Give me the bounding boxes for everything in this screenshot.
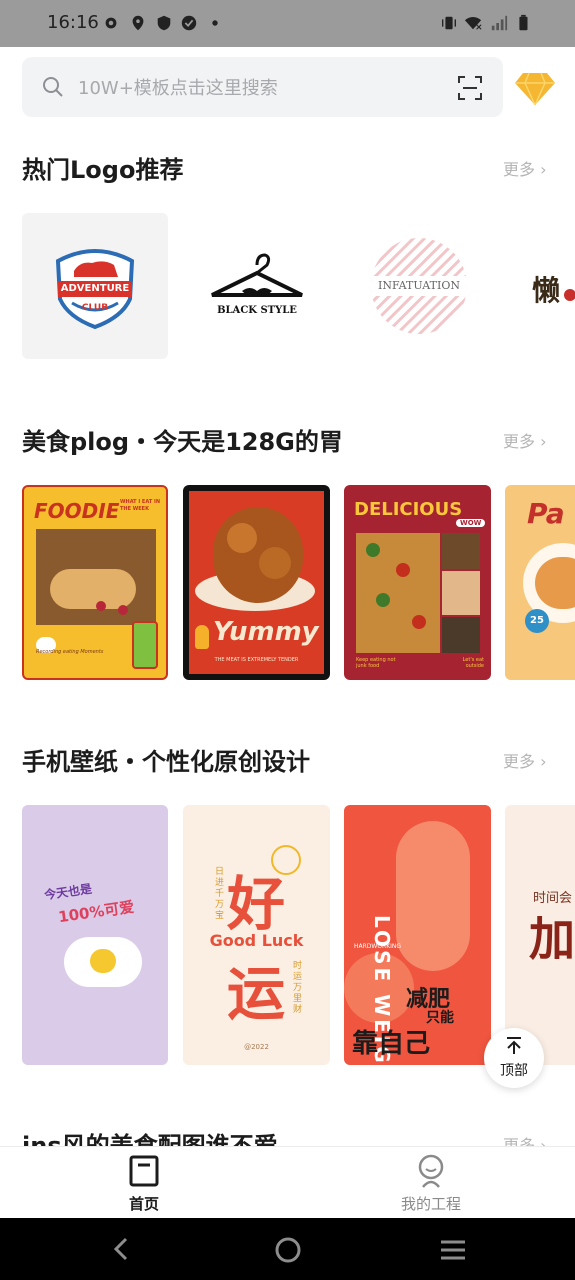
wallpaper-card-cute[interactable]: 今天也是 100%可爱 [22, 805, 168, 1065]
pizza-photo [356, 533, 440, 653]
food-card-delicious[interactable]: DELICIOUS WOW Keep eating not junk food … [344, 485, 491, 680]
wallpaper-partial-big: 加 [529, 912, 575, 966]
wallpaper-card-lose-weight[interactable]: LOSE WEIGHT HARDWORKING 减肥 只能 靠自己 [344, 805, 491, 1065]
home-circle-icon[interactable] [274, 1236, 302, 1264]
logo-text-partial: 懒 [532, 274, 561, 307]
food-title-delicious: DELICIOUS [354, 499, 463, 520]
fried-chicken-photo [213, 507, 303, 603]
wallpaper-small-text: HARDWORKING [354, 943, 402, 950]
back-to-top-label: 顶部 [500, 1063, 528, 1079]
food-card-yummy[interactable]: Yummy THE MEAT IS EXTREMELY TENDER [183, 485, 330, 680]
logo-sub-text: CLUB [81, 303, 109, 313]
wifi-icon [464, 17, 482, 30]
search-placeholder: 10W+模板点击这里搜索 [78, 78, 278, 99]
settings-icon [105, 17, 117, 29]
logo-banner-text: ADVENTURE [60, 283, 130, 294]
home-icon [129, 1155, 159, 1187]
search-icon [43, 77, 63, 97]
wallpaper-year: @2022 [244, 1043, 269, 1051]
wallpaper-text-line1: 今天也是 [43, 881, 93, 903]
food-card-pasta[interactable]: Pa 25 [505, 485, 575, 680]
back-to-top-button[interactable]: 顶部 [484, 1028, 544, 1088]
pancake-photo [36, 529, 156, 625]
notification-dot-icon [212, 20, 218, 26]
more-link-food[interactable]: 更多 › [503, 428, 547, 452]
wallpaper-card-partial[interactable]: 时间会 加 [505, 805, 575, 1065]
logo-card-black-style[interactable]: BLACK STYLE [184, 213, 330, 359]
fried-egg-illustration [64, 937, 142, 987]
profile-icon [418, 1154, 444, 1188]
food-tag-foodie: WHAT I EAT IN THE WEEK [120, 499, 161, 512]
food-title-foodie: FOODIE [34, 499, 120, 523]
soda-can-illustration [132, 621, 158, 669]
back-icon[interactable] [110, 1236, 134, 1262]
wallpaper-cn-line2: 只能 [426, 1010, 454, 1026]
diamond-vip-icon[interactable] [515, 71, 555, 105]
food-note-right: Let's eat outside [462, 657, 484, 669]
status-bar: 16:16 [0, 0, 575, 47]
vibrate-icon [442, 16, 456, 30]
price-badge: 25 [525, 609, 549, 633]
more-link-wallpaper[interactable]: 更多 › [503, 748, 547, 772]
bottom-tab-bar: 首页 我的工程 [0, 1146, 575, 1219]
logo-seal [564, 289, 575, 301]
food-title-yummy: Yummy [213, 617, 319, 647]
signal-icon [491, 15, 508, 31]
logo-text-black-style: BLACK STYLE [217, 305, 297, 316]
search-input[interactable]: 10W+模板点击这里搜索 [22, 57, 503, 117]
flame-icon [195, 625, 209, 649]
shield-icon [157, 15, 171, 31]
section-title-wallpaper: 手机壁纸・个性化原创设计 [22, 748, 310, 776]
scan-icon[interactable] [457, 75, 483, 101]
food-note-left: Keep eating not junk food [356, 657, 396, 669]
tab-my-projects-label: 我的工程 [400, 1195, 461, 1213]
gradient-blob [396, 821, 470, 971]
logo-text-infatuation: INFATUATION [378, 279, 460, 292]
status-time: 16:16 [47, 12, 99, 33]
logo-card-adventure[interactable]: ADVENTURE CLUB [22, 213, 168, 359]
wallpaper-card-goodluck[interactable]: 好 Good Luck 运 日进千万宝 时运万里财 @2022 [183, 805, 330, 1065]
food-card-foodie[interactable]: FOODIE WHAT I EAT IN THE WEEK Recording … [22, 485, 168, 680]
wallpaper-text-line2: 100%可爱 [57, 897, 136, 927]
wallpaper-cn-line3: 靠自己 [352, 1029, 431, 1059]
arrow-up-icon [507, 1037, 521, 1054]
logo-card-infatuation[interactable]: INFATUATION [346, 213, 492, 359]
wallpaper-big-char-1: 好 [227, 870, 286, 938]
food-caption-yummy: THE MEAT IS EXTREMELY TENDER [214, 657, 299, 663]
search-header: 10W+模板点击这里搜索 [0, 47, 575, 127]
more-link-logo[interactable]: 更多 › [503, 156, 547, 180]
food-caption-foodie: Recording eating Moments [36, 649, 104, 655]
food-badge-wow: WOW [456, 519, 486, 527]
battery-icon [519, 14, 528, 31]
section-title-logo: 热门Logo推荐 [22, 156, 184, 184]
wallpaper-side-right: 时运万里财 [293, 961, 303, 1015]
menu-icon[interactable] [439, 1238, 467, 1262]
tab-home[interactable]: 首页 [100, 1147, 188, 1219]
food-title-pasta: Pa [527, 497, 565, 530]
tab-home-label: 首页 [128, 1195, 159, 1213]
location-icon [132, 15, 144, 31]
check-circle-icon [181, 15, 197, 31]
section-title-food: 美食plog・今天是128G的胃 [22, 428, 343, 456]
tab-my-projects[interactable]: 我的工程 [386, 1147, 476, 1219]
hanger-logo [211, 253, 303, 297]
logo-card-partial[interactable]: 懒 [508, 213, 575, 359]
wallpaper-big-char-2: 运 [227, 960, 286, 1028]
wallpaper-side-left: 日进千万宝 [215, 867, 225, 921]
system-navigation-bar [0, 1218, 575, 1280]
